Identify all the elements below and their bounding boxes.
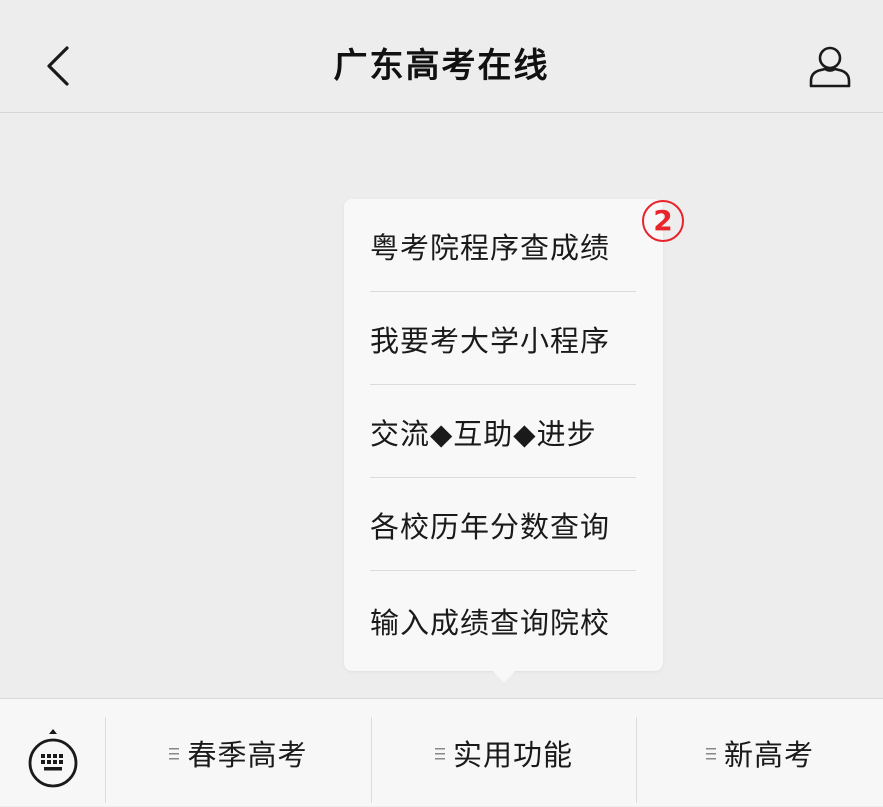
menu-item-practical-functions[interactable]: 实用功能: [372, 699, 636, 807]
menu-item-label: 新高考: [723, 738, 814, 772]
submenu-item-college-search[interactable]: 输入成绩查询院校: [370, 574, 636, 667]
menu-lines-icon: [434, 747, 445, 761]
keyboard-icon: [28, 729, 78, 788]
user-profile-icon: [809, 46, 851, 88]
submenu-item-historical-scores[interactable]: 各校历年分数查询: [370, 478, 636, 571]
submenu-item-mini-program[interactable]: 我要考大学小程序: [370, 292, 636, 385]
page-title: 广东高考在线: [333, 46, 550, 86]
annotation-marker-2: 2: [642, 200, 684, 242]
menu-item-label: 春季高考: [187, 738, 308, 772]
menu-item-spring-exam[interactable]: 春季高考: [106, 699, 371, 807]
submenu-item-score-check[interactable]: 粤考院程序查成绩: [370, 199, 636, 292]
profile-button[interactable]: [799, 34, 861, 98]
menu-lines-icon: [169, 747, 180, 761]
menu-item-new-gaokao[interactable]: 新高考: [637, 699, 883, 807]
popup-pointer: [493, 671, 515, 683]
bottom-menu-bar: 春季高考 实用功能 新高考: [0, 698, 883, 806]
keyboard-toggle-button[interactable]: [26, 729, 80, 789]
submenu-popup: 粤考院程序查成绩 我要考大学小程序 交流◆互助◆进步 各校历年分数查询 输入成绩…: [344, 199, 663, 671]
top-nav-bar: 广东高考在线: [0, 0, 883, 113]
menu-lines-icon: [705, 747, 716, 761]
menu-item-label: 实用功能: [452, 738, 573, 772]
submenu-item-community[interactable]: 交流◆互助◆进步: [370, 385, 636, 478]
